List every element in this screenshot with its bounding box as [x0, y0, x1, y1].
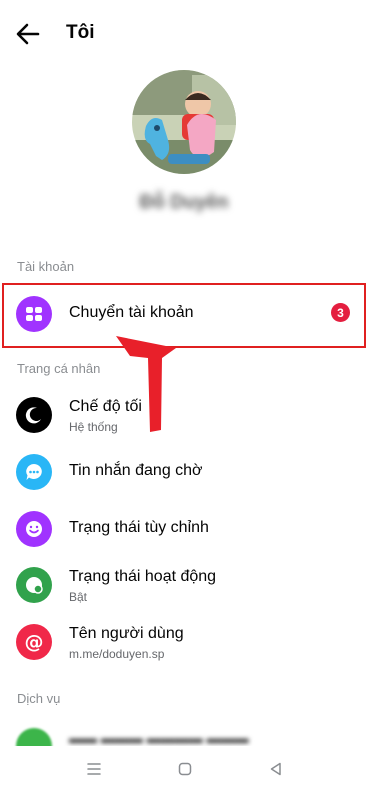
- avatar[interactable]: [132, 70, 236, 174]
- active-status-label: Trạng thái hoạt động: [69, 568, 217, 585]
- section-label-services: Dịch vụ: [17, 691, 61, 706]
- at-sign-icon: @: [16, 624, 52, 660]
- custom-status-row[interactable]: Trạng thái tùy chỉnh: [0, 501, 368, 557]
- active-status-icon: [16, 567, 52, 603]
- chat-bubble-icon: [16, 454, 52, 490]
- arrow-left-icon: [16, 23, 40, 45]
- username-row[interactable]: @ Tên người dùng m.me/doduyen.sp: [0, 614, 368, 670]
- dark-mode-value: Hệ thống: [69, 420, 118, 434]
- service-icon: [16, 728, 52, 746]
- username-value: m.me/doduyen.sp: [69, 647, 165, 661]
- moon-icon: [16, 397, 52, 433]
- username-label: Tên người dùng: [69, 625, 184, 642]
- dark-mode-label: Chế độ tối: [69, 398, 142, 415]
- custom-status-label: Trạng thái tùy chỉnh: [69, 519, 209, 536]
- section-label-profile: Trang cá nhân: [17, 361, 101, 376]
- header-bar: Tôi: [0, 0, 368, 70]
- dark-mode-row[interactable]: Chế độ tối Hệ thống: [0, 387, 368, 443]
- service-label-obscured: ▬▬ ▬▬▬ ▬▬▬▬ ▬▬▬: [69, 730, 249, 746]
- pending-messages-label: Tin nhắn đang chờ: [69, 462, 203, 479]
- partial-service-row[interactable]: ▬▬ ▬▬▬ ▬▬▬▬ ▬▬▬: [0, 724, 368, 746]
- page-title: Tôi: [66, 22, 95, 43]
- home-square-icon: [178, 762, 192, 776]
- active-status-value: Bật: [69, 590, 88, 604]
- profile-photo: [132, 70, 236, 174]
- triangle-back-icon: [270, 762, 281, 776]
- home-button[interactable]: [172, 756, 198, 782]
- section-label-account: Tài khoản: [17, 259, 75, 274]
- pending-messages-row[interactable]: Tin nhắn đang chờ: [0, 444, 368, 500]
- recent-apps-button[interactable]: [81, 756, 107, 782]
- back-nav-button[interactable]: [263, 756, 289, 782]
- system-navigation-bar: [0, 748, 368, 792]
- back-button[interactable]: [14, 22, 42, 46]
- active-status-row[interactable]: Trạng thái hoạt động Bật: [0, 557, 368, 613]
- menu-lines-icon: [87, 763, 101, 775]
- smiley-icon: [16, 511, 52, 547]
- profile-name: Đỗ Duyên: [139, 192, 229, 213]
